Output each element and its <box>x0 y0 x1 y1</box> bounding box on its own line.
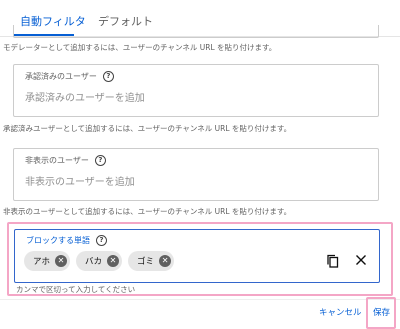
blocked-words-label: ブロックする単語 ? <box>26 235 107 246</box>
cancel-button[interactable]: キャンセル <box>319 306 362 318</box>
remove-chip-icon[interactable]: ✕ <box>159 255 172 267</box>
word-chip-label: アホ <box>33 257 51 267</box>
moderators-field[interactable] <box>13 25 379 38</box>
hidden-users-label-text: 非表示のユーザー <box>25 156 89 165</box>
footer-divider <box>0 299 400 300</box>
hidden-users-label: 非表示のユーザー ? <box>25 155 106 166</box>
hidden-users-placeholder: 非表示のユーザーを追加 <box>25 177 135 188</box>
approved-users-helper-text: 承認済みユーザーとして追加するには、ユーザーのチャンネル URL を貼り付けます… <box>3 124 292 133</box>
approved-users-label-text: 承認済みのユーザー <box>25 72 97 81</box>
remove-chip-icon[interactable]: ✕ <box>107 255 120 267</box>
moderators-helper-text: モデレーターとして追加するには、ユーザーのチャンネル URL を貼り付けます。 <box>3 43 277 52</box>
remove-chip-icon[interactable]: ✕ <box>55 255 68 267</box>
blocked-words-label-text: ブロックする単語 <box>26 236 90 245</box>
approved-users-field[interactable]: 承認済みのユーザー ? 承認済みのユーザーを追加 <box>13 64 379 117</box>
help-icon[interactable]: ? <box>94 155 106 166</box>
hidden-users-helper-text: 非表示のユーザーとして追加するには、ユーザーのチャンネル URL を貼り付けます… <box>3 207 292 216</box>
help-icon[interactable]: ? <box>102 71 114 82</box>
save-button[interactable]: 保存 <box>373 306 390 318</box>
word-chip: ゴミ ✕ <box>128 251 175 271</box>
close-icon[interactable] <box>354 253 368 267</box>
word-chip: バカ ✕ <box>76 251 123 271</box>
blocked-words-chips: アホ ✕ バカ ✕ ゴミ ✕ <box>24 251 175 271</box>
word-chip-label: バカ <box>85 257 103 267</box>
word-chip-label: ゴミ <box>137 257 155 267</box>
blocked-words-field[interactable]: ブロックする単語 ? アホ ✕ バカ ✕ ゴミ ✕ <box>14 229 380 283</box>
approved-users-label: 承認済みのユーザー ? <box>25 71 114 82</box>
approved-users-placeholder: 承認済みのユーザーを追加 <box>25 93 145 104</box>
word-chip: アホ ✕ <box>24 251 71 271</box>
hidden-users-field[interactable]: 非表示のユーザー ? 非表示のユーザーを追加 <box>13 148 379 201</box>
copy-icon[interactable] <box>326 254 340 268</box>
help-icon[interactable]: ? <box>96 235 107 246</box>
blocked-words-hint: カンマで区切って入力してください <box>16 285 136 294</box>
